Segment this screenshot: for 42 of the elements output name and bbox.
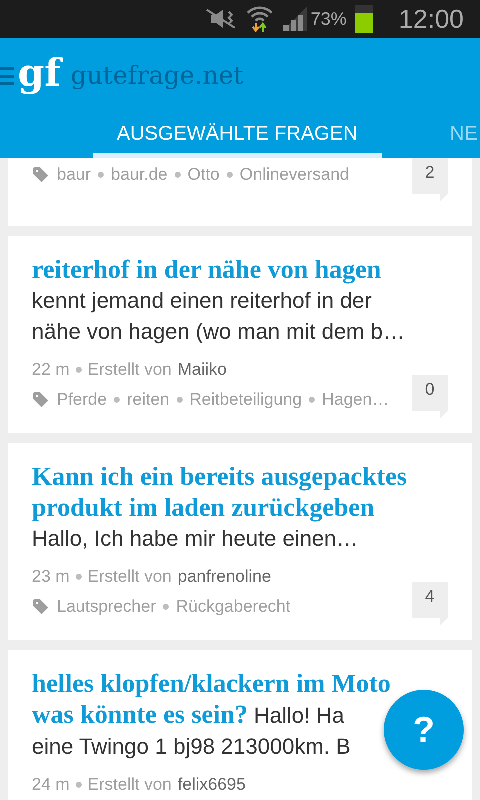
question-excerpt: kennt jemand einen reiterhof in der bbox=[32, 287, 372, 315]
question-card[interactable]: baur baur.de Otto Onlineversand 2 bbox=[8, 158, 472, 226]
author-link[interactable]: felix6695 bbox=[178, 774, 246, 796]
tag-link[interactable]: baur bbox=[57, 164, 92, 186]
tag-link[interactable]: Otto bbox=[188, 164, 220, 186]
question-excerpt: eine Twingo 1 bj98 213000km. B bbox=[32, 733, 351, 761]
tag-link[interactable]: baur.de bbox=[111, 164, 168, 186]
question-title[interactable]: reiterhof in der nähe von hagen bbox=[32, 254, 448, 285]
tag-link[interactable]: Lautsprecher bbox=[57, 596, 156, 618]
tag-link[interactable]: Pferde bbox=[57, 389, 108, 411]
tag-link[interactable]: Rückgaberecht bbox=[176, 596, 291, 618]
battery-percent: 73% bbox=[310, 8, 347, 30]
tag-icon bbox=[32, 598, 50, 616]
clock: 12:00 bbox=[398, 2, 464, 36]
question-title[interactable]: was könnte es sein? bbox=[32, 699, 248, 730]
question-excerpt: Hallo, Ich habe mir heute einen… bbox=[32, 525, 359, 553]
author-link[interactable]: Maiiko bbox=[178, 359, 228, 381]
question-excerpt: nähe von hagen (wo man mit dem b… bbox=[32, 318, 405, 346]
tab[interactable]: NE bbox=[450, 114, 478, 158]
signal-icon bbox=[280, 5, 309, 33]
app-logo[interactable]: gf bbox=[18, 54, 61, 92]
question-excerpt: Hallo! Ha bbox=[254, 702, 344, 730]
tag-link[interactable]: Hagen… bbox=[322, 389, 390, 411]
question-title[interactable]: Kann ich ein bereits ausgepacktes produkt im laden zurückgeben bbox=[32, 461, 448, 523]
author-link[interactable]: panfrenoline bbox=[178, 566, 272, 588]
menu-icon[interactable] bbox=[0, 66, 14, 86]
tag-link[interactable]: reiten bbox=[127, 389, 170, 411]
question-age: 24 m bbox=[32, 774, 70, 796]
question-card[interactable]: Kann ich ein bereits ausgepacktes produkt im laden zurückgeben Hallo, Ich habe mir heute einen… 23 m Erstellt von panfrenoline Lautsprecher Rückgaberecht 4 bbox=[8, 443, 472, 640]
question-age: 22 m bbox=[32, 359, 70, 381]
question-card[interactable]: reiterhof in der nähe von hagen kennt jemand einen reiterhof in der nähe von hagen (wo man mit dem b… 22 m Erstellt von Maiiko Pferde reiten Reitbeteiligung Hagen… 0 bbox=[8, 236, 472, 433]
tag-icon bbox=[32, 166, 50, 184]
tag-link[interactable]: Reitbeteiligung bbox=[190, 389, 302, 411]
question-age: 23 m bbox=[32, 566, 70, 588]
created-by-label: Erstellt von bbox=[88, 359, 172, 381]
battery-icon bbox=[354, 5, 373, 33]
wifi-icon bbox=[246, 5, 273, 33]
created-by-label: Erstellt von bbox=[88, 566, 172, 588]
app-title: gutefrage.net bbox=[70, 60, 244, 92]
tag-icon bbox=[32, 391, 50, 409]
tag-link[interactable]: Onlineversand bbox=[240, 164, 350, 186]
created-by-label: Erstellt von bbox=[88, 774, 172, 796]
